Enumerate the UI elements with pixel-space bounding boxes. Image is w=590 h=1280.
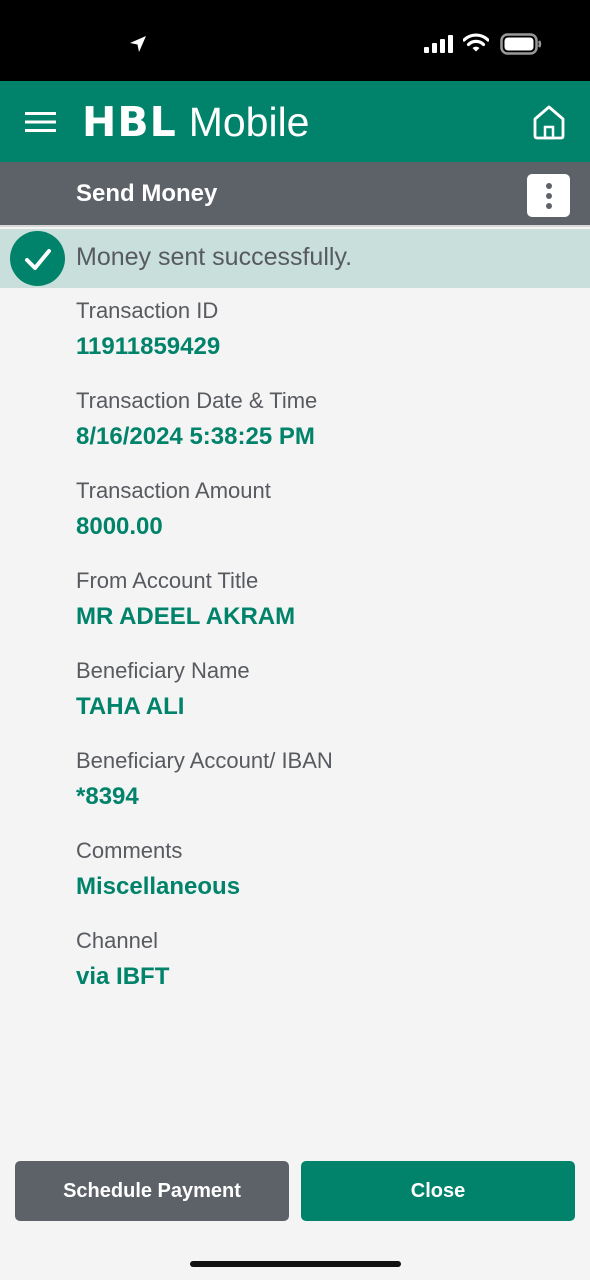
detail-value: 8/16/2024 5:38:25 PM [76, 423, 315, 450]
detail-beneficiary-account: Beneficiary Account/ IBAN *8394 [76, 745, 556, 835]
detail-value: *8394 [76, 783, 139, 810]
detail-label: Channel [76, 928, 158, 953]
detail-value: via IBFT [76, 963, 170, 990]
detail-value: 11911859429 [76, 333, 221, 360]
detail-label: Transaction ID [76, 298, 219, 323]
checkmark-icon [10, 231, 65, 286]
kebab-menu-icon[interactable] [527, 174, 570, 217]
home-icon[interactable] [532, 104, 566, 140]
detail-value: TAHA ALI [76, 693, 185, 720]
success-message: Money sent successfully. [76, 243, 353, 271]
detail-value: Miscellaneous [76, 873, 241, 900]
detail-label: Transaction Date & Time [76, 388, 318, 413]
logo-mobile: Mobile [188, 99, 310, 145]
home-indicator[interactable] [190, 1261, 401, 1267]
battery-icon [500, 33, 542, 55]
cellular-signal-icon [424, 35, 453, 53]
detail-comments: Comments Miscellaneous [76, 835, 556, 925]
detail-label: Transaction Amount [76, 478, 271, 503]
detail-value: MR ADEEL AKRAM [76, 603, 296, 630]
app-logo: HBL Mobile [82, 98, 309, 146]
detail-transaction-amount: Transaction Amount 8000.00 [76, 475, 556, 565]
detail-from-account-title: From Account Title MR ADEEL AKRAM [76, 565, 556, 655]
page-title: Send Money [76, 180, 218, 207]
transaction-details: Transaction ID 11911859429 Transaction D… [76, 295, 556, 1015]
location-arrow-icon [130, 36, 146, 52]
detail-label: Comments [76, 838, 183, 863]
detail-beneficiary-name: Beneficiary Name TAHA ALI [76, 655, 556, 745]
close-button[interactable]: Close [301, 1161, 575, 1221]
detail-label: Beneficiary Name [76, 658, 250, 683]
detail-value: 8000.00 [76, 513, 163, 540]
detail-transaction-date-time: Transaction Date & Time 8/16/2024 5:38:2… [76, 385, 556, 475]
status-time: 5:38 [66, 28, 119, 56]
detail-label: From Account Title [76, 568, 259, 593]
detail-label: Beneficiary Account/ IBAN [76, 748, 333, 773]
hamburger-menu-icon[interactable] [25, 112, 56, 132]
schedule-payment-button[interactable]: Schedule Payment [15, 1161, 289, 1221]
detail-transaction-id: Transaction ID 11911859429 [76, 295, 556, 385]
wifi-icon [463, 33, 489, 52]
logo-hbl: HBL [82, 98, 177, 146]
detail-channel: Channel via IBFT [76, 925, 556, 1015]
